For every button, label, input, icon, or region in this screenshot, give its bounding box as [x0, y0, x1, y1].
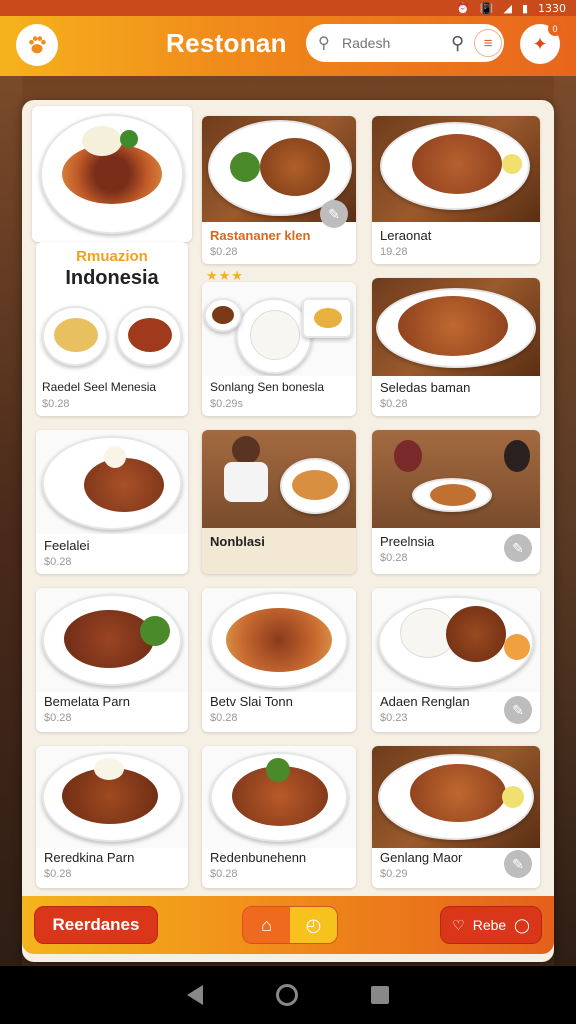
dish-image — [380, 122, 530, 210]
dish-image — [378, 754, 534, 840]
featured-dish-card[interactable] — [32, 106, 192, 242]
dish-price: $0.29s — [210, 398, 244, 410]
dish-card[interactable]: Sonlang Sen bonesla $0.29s — [202, 282, 356, 416]
dish-price: $0.28 — [44, 868, 72, 880]
dish-name: Redenbunehenn — [210, 850, 307, 865]
dish-image — [40, 114, 184, 234]
paw-icon[interactable] — [16, 24, 58, 66]
dish-name: Adaen Renglan — [380, 694, 470, 709]
favorites-chat-button[interactable]: ♡ Rebe ◯ — [440, 906, 542, 944]
dish-price: $0.28 — [44, 556, 72, 568]
timer-icon[interactable]: ◴ — [290, 907, 337, 943]
back-icon[interactable] — [186, 985, 203, 1005]
dish-name: Raedel Seel Menesia — [42, 380, 157, 394]
dish-price: $0.28 — [210, 712, 238, 724]
dish-card[interactable]: Bemelata Parn $0.28 — [36, 588, 188, 732]
diner-figure — [504, 440, 530, 472]
dish-price: $0.28 — [44, 712, 72, 724]
vibrate-icon: 📳 — [479, 1, 494, 15]
status-bar: ⏰ 📳 ◢ ▮ 1330 — [0, 0, 576, 16]
chat-icon: ◯ — [514, 916, 530, 933]
dish-card[interactable]: Feelalei $0.28 — [36, 430, 188, 574]
dish-price: $0.28 — [210, 246, 238, 258]
dish-name: Betv Slai Tonn — [210, 694, 293, 709]
dish-card[interactable]: Leraonat 19.28 — [372, 116, 540, 264]
promo-subtitle: Rmuazion — [76, 248, 148, 265]
dish-price: 19.28 — [380, 246, 408, 258]
notification-badge: 0 — [548, 22, 562, 36]
promo-card[interactable]: Rmuazion Indonesia Raedel Seel Menesia $… — [36, 242, 188, 416]
home-icon[interactable]: ⌂ — [243, 907, 290, 943]
dish-image — [42, 436, 182, 530]
edit-icon[interactable]: ✎ — [320, 200, 348, 228]
dish-price: $0.28 — [380, 398, 408, 410]
edit-icon[interactable]: ✎ — [504, 696, 532, 724]
dish-image — [280, 458, 350, 514]
edit-icon[interactable]: ✎ — [504, 534, 532, 562]
system-nav-bar — [0, 966, 576, 1024]
dish-card[interactable]: Rastananer klen $0.28 ✎ — [202, 116, 356, 264]
reservations-button[interactable]: Reerdanes — [34, 906, 158, 944]
dish-name: Leraonat — [380, 228, 432, 243]
dish-card[interactable]: Redenbunehenn $0.28 — [202, 746, 356, 888]
dish-card[interactable]: Betv Slai Tonn $0.28 — [202, 588, 356, 732]
dish-card[interactable]: Seledas baman $0.28 — [372, 278, 540, 416]
dish-name: Preelnsia — [380, 534, 435, 549]
favorites-button[interactable]: ✦ 0 — [520, 22, 562, 64]
nav-toggle: ⌂ ◴ — [242, 906, 338, 944]
search-submit-icon[interactable]: ⚲ — [451, 33, 464, 54]
diner-figure — [232, 436, 260, 464]
status-time: 1330 — [538, 1, 566, 15]
dish-price: $0.28 — [42, 398, 70, 410]
dish-image — [412, 478, 492, 512]
menu-icon[interactable]: ≡ — [474, 29, 503, 57]
search-bar[interactable]: ⚲ ⚲ ≡ — [306, 24, 504, 62]
dish-card[interactable]: Genlang Maor $0.29 ✎ — [372, 746, 540, 888]
dish-name: Bemelata Parn — [44, 694, 130, 709]
dish-price: $0.29 — [380, 868, 408, 880]
dish-price: $0.23 — [380, 712, 408, 724]
bottom-action-bar: Reerdanes ⌂ ◴ ♡ Rebe ◯ — [22, 896, 554, 954]
restaurant-background-right — [554, 76, 576, 966]
home-circle-icon[interactable] — [275, 984, 298, 1006]
heart-icon: ♡ — [452, 916, 465, 933]
dish-name: Feelalei — [44, 538, 90, 553]
dish-price: $0.28 — [380, 552, 408, 564]
dish-image — [210, 592, 348, 688]
dish-card[interactable]: Preelnsia $0.28 ✎ — [372, 430, 540, 574]
dish-name: Sonlang Sen bonesla — [210, 380, 325, 394]
dish-image — [210, 752, 348, 842]
app-title: Restonan — [166, 28, 287, 58]
dish-image — [378, 596, 534, 688]
menu-panel: Rmuazion Indonesia Raedel Seel Menesia $… — [22, 100, 554, 962]
star-icon: ✦ — [532, 33, 548, 54]
wifi-icon: ◢ — [503, 1, 512, 15]
dish-price: $0.28 — [210, 868, 238, 880]
dish-image — [42, 594, 182, 686]
restaurant-background-left — [0, 76, 22, 966]
dish-image — [376, 288, 536, 368]
dish-name: Seledas baman — [380, 380, 471, 395]
diner-figure — [394, 440, 422, 472]
dish-card[interactable]: Reredkina Parn $0.28 — [36, 746, 188, 888]
dish-name: Genlang Maor — [380, 850, 463, 865]
stew-bowl-image — [116, 306, 182, 366]
alarm-icon: ⏰ — [456, 1, 470, 15]
dish-image — [42, 752, 182, 842]
dish-name: Nonblasi — [210, 534, 265, 549]
dish-card[interactable]: Nonblasi — [202, 430, 356, 574]
search-icon: ⚲ — [318, 35, 330, 52]
battery-icon: ▮ — [521, 1, 528, 15]
edit-icon[interactable]: ✎ — [504, 850, 532, 878]
dish-card[interactable]: Adaen Renglan $0.23 ✎ — [372, 588, 540, 732]
dish-name: Rastananer klen — [210, 228, 311, 243]
promo-title: Indonesia — [65, 267, 159, 289]
app-header: Restonan ⚲ ⚲ ≡ ✦ 0 — [0, 16, 576, 76]
dish-image — [236, 298, 312, 374]
soup-bowl-image — [42, 306, 108, 366]
favorites-label: Rebe — [472, 917, 507, 933]
search-input[interactable] — [342, 35, 447, 51]
recents-icon[interactable] — [371, 986, 390, 1004]
dish-name: Reredkina Parn — [44, 850, 135, 865]
